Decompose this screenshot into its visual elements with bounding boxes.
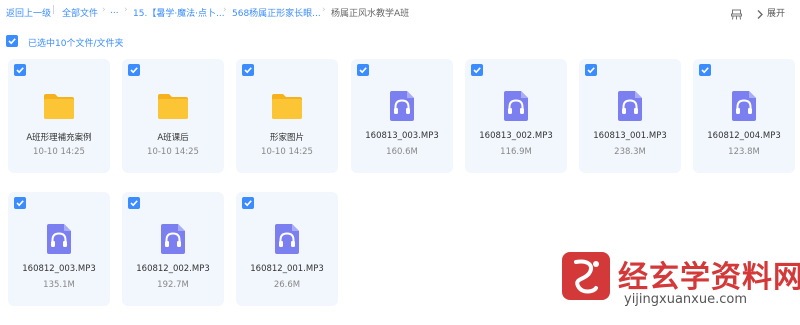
file-name: A班课后 bbox=[157, 133, 189, 143]
breadcrumb-level1[interactable]: 15.【暑学·魔法·点卜... bbox=[133, 6, 225, 19]
select-checkbox[interactable] bbox=[128, 197, 140, 209]
file-card[interactable]: 160813_003.MP3 160.6M bbox=[351, 59, 453, 173]
expand-button[interactable]: 展开 bbox=[767, 6, 785, 19]
select-checkbox[interactable] bbox=[585, 64, 597, 76]
file-name: 160812_002.MP3 bbox=[136, 264, 210, 274]
file-size: 238.3M bbox=[614, 147, 646, 157]
file-size: 26.6M bbox=[273, 280, 301, 290]
chevron-right-icon: › bbox=[223, 5, 227, 15]
file-card[interactable]: 160812_002.MP3 192.7M bbox=[122, 192, 224, 306]
audio-file-icon bbox=[384, 88, 420, 124]
file-card[interactable]: 160813_002.MP3 116.9M bbox=[465, 59, 567, 173]
audio-file-icon bbox=[269, 221, 305, 257]
audio-file-icon bbox=[498, 88, 534, 124]
breadcrumb-ellipsis[interactable]: ... bbox=[110, 6, 119, 16]
file-name: 160812_003.MP3 bbox=[22, 264, 96, 274]
select-checkbox[interactable] bbox=[14, 197, 26, 209]
folder-icon bbox=[155, 88, 191, 124]
file-size: 192.7M bbox=[157, 280, 189, 290]
folder-card[interactable]: A班课后 10-10 14:25 bbox=[122, 59, 224, 173]
chevron-right-icon: › bbox=[102, 5, 106, 15]
select-checkbox[interactable] bbox=[242, 64, 254, 76]
breadcrumb-current: 杨属正风水教学A班 bbox=[331, 9, 410, 19]
file-card[interactable]: 160812_004.MP3 123.8M bbox=[693, 59, 795, 173]
select-checkbox[interactable] bbox=[242, 197, 254, 209]
folder-card[interactable]: A班形理補充案例 10-10 14:25 bbox=[8, 59, 110, 173]
watermark: 经玄学资料网 yijingxuanxue.com bbox=[556, 246, 800, 316]
select-checkbox[interactable] bbox=[471, 64, 483, 76]
file-card[interactable]: 160812_003.MP3 135.1M bbox=[8, 192, 110, 306]
audio-file-icon bbox=[41, 221, 77, 257]
file-date: 10-10 14:25 bbox=[33, 147, 85, 157]
file-name: 160812_001.MP3 bbox=[250, 264, 324, 274]
file-size: 123.8M bbox=[728, 147, 760, 157]
breadcrumb: 返回上一级 | 全部文件 › ... › 15.【暑学·魔法·点卜... › 5… bbox=[0, 0, 800, 24]
watermark-title: 经玄学资料网 bbox=[618, 260, 800, 295]
file-name: 160813_002.MP3 bbox=[479, 131, 553, 141]
chevron-right-icon: › bbox=[322, 5, 326, 15]
file-date: 10-10 14:25 bbox=[147, 147, 199, 157]
breadcrumb-level2[interactable]: 568杨属正形家长眼... bbox=[232, 6, 321, 19]
select-checkbox[interactable] bbox=[128, 64, 140, 76]
file-size: 160.6M bbox=[386, 147, 418, 157]
chevron-right-icon: › bbox=[124, 5, 128, 15]
logo-icon bbox=[562, 252, 610, 300]
folder-icon bbox=[41, 88, 77, 124]
file-card[interactable]: 160812_001.MP3 26.6M bbox=[236, 192, 338, 306]
file-name: 160813_003.MP3 bbox=[365, 131, 439, 141]
file-name: 形家图片 bbox=[269, 133, 304, 143]
select-all-checkbox[interactable] bbox=[6, 35, 18, 47]
chevron-right-icon[interactable] bbox=[756, 5, 764, 24]
selection-summary: 已选中10个文件/文件夹 bbox=[28, 39, 124, 49]
file-card[interactable]: 160813_001.MP3 238.3M bbox=[579, 59, 681, 173]
file-name: 160812_004.MP3 bbox=[707, 131, 781, 141]
breadcrumb-divider: | bbox=[52, 5, 56, 15]
watermark-url: yijingxuanxue.com bbox=[624, 292, 747, 307]
folder-card[interactable]: 形家图片 10-10 14:25 bbox=[236, 59, 338, 173]
audio-file-icon bbox=[612, 88, 648, 124]
select-checkbox[interactable] bbox=[699, 64, 711, 76]
breadcrumb-all-files[interactable]: 全部文件 bbox=[62, 6, 98, 19]
select-checkbox[interactable] bbox=[14, 64, 26, 76]
selection-bar: 已选中10个文件/文件夹 bbox=[0, 33, 300, 51]
broom-icon[interactable] bbox=[731, 5, 742, 24]
file-name: A班形理補充案例 bbox=[26, 133, 92, 143]
file-size: 135.1M bbox=[43, 280, 75, 290]
select-checkbox[interactable] bbox=[357, 64, 369, 76]
back-link[interactable]: 返回上一级 bbox=[6, 6, 51, 19]
audio-file-icon bbox=[726, 88, 762, 124]
audio-file-icon bbox=[155, 221, 191, 257]
file-date: 10-10 14:25 bbox=[261, 147, 313, 157]
folder-icon bbox=[269, 88, 305, 124]
file-size: 116.9M bbox=[500, 147, 532, 157]
file-name: 160813_001.MP3 bbox=[593, 131, 667, 141]
